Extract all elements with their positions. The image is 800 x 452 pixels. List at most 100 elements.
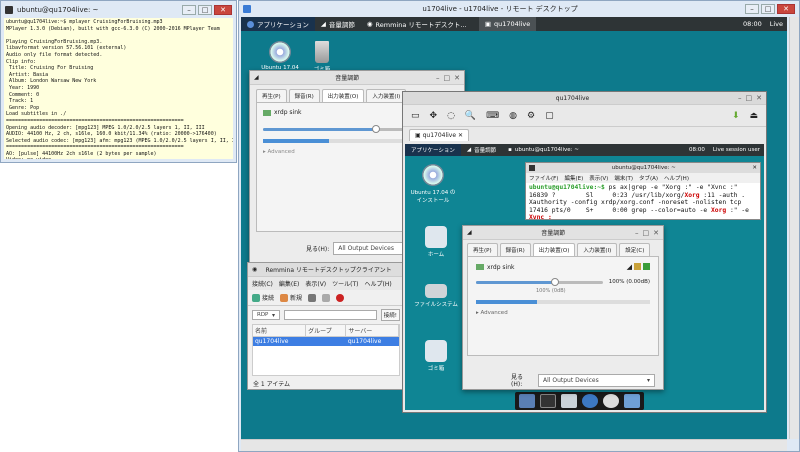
desktop-icon-install[interactable]: Ubuntu 17.04 xyxy=(257,41,303,71)
remmina-icon: ◉ xyxy=(366,20,373,28)
browser-icon[interactable] xyxy=(582,394,598,408)
column-name[interactable]: 名前 xyxy=(253,325,307,337)
tab-input[interactable]: 入力装置(I) xyxy=(366,89,407,102)
show-desktop-icon[interactable] xyxy=(519,394,535,408)
pin-icon[interactable]: ⏏ xyxy=(749,111,758,121)
terminal-output[interactable]: ubuntu@qu1704live:~$ mplayer CruisingFor… xyxy=(4,18,233,159)
taskbar-item-remmina[interactable]: ◉ Remmina リモートデスクト... xyxy=(361,17,479,31)
panel-live[interactable]: Live xyxy=(770,20,783,28)
tab-qu1704live[interactable]: ▣ qu1704live ✕ xyxy=(409,129,469,141)
inner-terminal-titlebar[interactable]: ubuntu@qu1704live: ~ ✕ xyxy=(526,163,760,173)
menu-edit[interactable]: 編集(E) xyxy=(279,279,299,288)
top-panel: アプリケーション ◢ 音量調節 ◉ Remmina リモートデスクト... ▣ qu1… xyxy=(241,17,787,31)
taskbar-item-qu1704live[interactable]: ▣ qu1704live xyxy=(478,17,537,31)
volume-knob[interactable] xyxy=(372,125,381,133)
minimize-session-icon[interactable]: ▢ xyxy=(545,111,554,121)
volume-slider[interactable] xyxy=(476,277,603,286)
mixer-front-titlebar[interactable]: ◢ 音量調節 – □ ✕ xyxy=(463,226,663,240)
terminal-icon[interactable] xyxy=(540,394,556,408)
maximize-button[interactable]: □ xyxy=(643,229,650,237)
connect-button[interactable]: 接続 xyxy=(252,293,274,302)
tab-recording[interactable]: 録音(R) xyxy=(499,243,531,256)
protocol-select[interactable]: RDP ▾ xyxy=(252,310,280,320)
inner-terminal-output[interactable]: ubuntu@qu1704live:~$ ps ax|grep -e "Xorg… xyxy=(526,183,760,223)
close-button[interactable]: ✕ xyxy=(454,74,460,82)
close-button[interactable]: ✕ xyxy=(653,229,659,237)
table-row[interactable]: qu1704live qu1704live xyxy=(253,336,399,346)
mixer-titlebar[interactable]: ◢ 音量調節 – □ ✕ xyxy=(250,71,464,85)
maximize-button[interactable]: □ xyxy=(746,94,753,102)
close-button[interactable]: ✕ xyxy=(777,3,795,14)
tab-input[interactable]: 入力装置(I) xyxy=(577,243,618,256)
status-bar: 全 1 アイテム xyxy=(253,381,291,388)
folder-icon[interactable] xyxy=(624,394,640,408)
tools-icon[interactable]: ⚙ xyxy=(527,111,535,121)
terminal-titlebar[interactable]: ubuntu@qu1704live: ~ – □ ✕ xyxy=(1,1,236,18)
inner-icon-install[interactable]: Ubuntu 17.04 のインストール xyxy=(409,164,457,204)
inner-terminal-window: ubuntu@qu1704live: ~ ✕ ファイル(F) 編集(E) 表示(… xyxy=(525,162,761,223)
copy-icon[interactable] xyxy=(308,293,317,302)
quick-connect-button[interactable]: 接続! xyxy=(380,309,400,321)
tab-playback[interactable]: 再生(P) xyxy=(256,89,287,102)
new-button[interactable]: 新規 xyxy=(280,293,302,302)
close-button[interactable]: ✕ xyxy=(214,4,232,15)
tab-output[interactable]: 出力装置(O) xyxy=(532,243,576,256)
tab-output[interactable]: 出力装置(O) xyxy=(321,89,365,102)
toggle-fullscreen-icon[interactable]: ▭ xyxy=(411,111,420,121)
minimize-button[interactable]: – xyxy=(745,3,759,14)
menu-help[interactable]: ヘルプ(H) xyxy=(365,279,392,288)
server-input[interactable] xyxy=(284,310,377,320)
tab-playback[interactable]: 再生(P) xyxy=(467,243,498,256)
minimize-button[interactable]: – xyxy=(436,74,440,82)
search-icon[interactable] xyxy=(603,394,619,408)
remote-desktop-titlebar[interactable]: u1704live - u1704live - リモート デスクトップ – □ … xyxy=(239,1,799,16)
keyboard-icon[interactable]: ⌨ xyxy=(486,111,499,121)
close-icon[interactable]: ✕ xyxy=(752,165,757,171)
zoom-icon[interactable]: 🔍 xyxy=(465,111,476,121)
tab-config[interactable]: 設定(C) xyxy=(619,243,651,256)
desktop-icon-trash[interactable]: ゴミ箱 xyxy=(299,41,345,73)
horizontal-scrollbar[interactable] xyxy=(241,439,787,451)
inner-taskbar-terminal[interactable]: ▪ ubuntu@qu1704live: ~ xyxy=(502,144,592,156)
edit-icon[interactable] xyxy=(322,293,331,302)
inner-icon-home[interactable]: ホーム xyxy=(413,226,459,258)
remmina-toolbar: 接続 新規 xyxy=(248,290,404,306)
disconnect-icon[interactable]: ⬇ xyxy=(732,111,740,121)
vertical-scrollbar[interactable] xyxy=(789,17,799,439)
minimize-button[interactable]: – xyxy=(738,94,742,102)
advanced-expander[interactable]: ▸ Advanced xyxy=(476,310,650,316)
inner-icon-trash[interactable]: ゴミ箱 xyxy=(413,340,459,372)
column-group[interactable]: グループ xyxy=(305,325,347,337)
inner-taskbar-mixer[interactable]: ◢ 音量調節 xyxy=(461,144,502,156)
inner-applications-menu[interactable]: アプリケーション xyxy=(405,144,461,156)
inner-icon-filesystem[interactable]: ファイルシステム xyxy=(413,284,459,308)
default-check-icon[interactable] xyxy=(643,263,650,270)
maximize-button[interactable]: □ xyxy=(761,3,775,14)
maximize-button[interactable]: □ xyxy=(198,4,212,15)
qwin-titlebar[interactable]: qu1704live – □ ✕ xyxy=(403,92,766,105)
grab-icon[interactable]: ◌ xyxy=(447,111,455,121)
delete-icon[interactable] xyxy=(336,293,345,302)
volume-knob[interactable] xyxy=(550,277,559,286)
show-select[interactable]: All Output Devices ▾ xyxy=(538,373,655,387)
scale-icon[interactable]: ✥ xyxy=(430,111,438,121)
menu-tools[interactable]: ツール(T) xyxy=(332,279,358,288)
menu-connection[interactable]: 接続(C) xyxy=(252,279,273,288)
lock-icon[interactable] xyxy=(634,263,641,270)
mute-icon[interactable]: ◢ xyxy=(627,263,632,271)
terminal-line: ubuntu@qu1704live:~$ mplayer CruisingFor… xyxy=(6,19,163,25)
rdp-app-icon xyxy=(243,4,251,13)
minimize-button[interactable]: – xyxy=(182,4,196,15)
taskbar-item-mixer[interactable]: ◢ 音量調節 xyxy=(315,17,361,31)
column-server[interactable]: サーバー xyxy=(345,325,399,337)
menu-view[interactable]: 表示(V) xyxy=(305,279,326,288)
tab-recording[interactable]: 録音(R) xyxy=(288,89,320,102)
maximize-button[interactable]: □ xyxy=(444,74,451,82)
screenshot-icon[interactable]: ◍ xyxy=(509,111,517,121)
applications-menu[interactable]: アプリケーション xyxy=(241,17,315,31)
close-button[interactable]: ✕ xyxy=(756,94,762,102)
minimize-button[interactable]: – xyxy=(635,229,639,237)
file-manager-icon[interactable] xyxy=(561,394,577,408)
remmina-titlebar[interactable]: ◉ Remmina リモートデスクトップクライアント xyxy=(248,263,404,277)
